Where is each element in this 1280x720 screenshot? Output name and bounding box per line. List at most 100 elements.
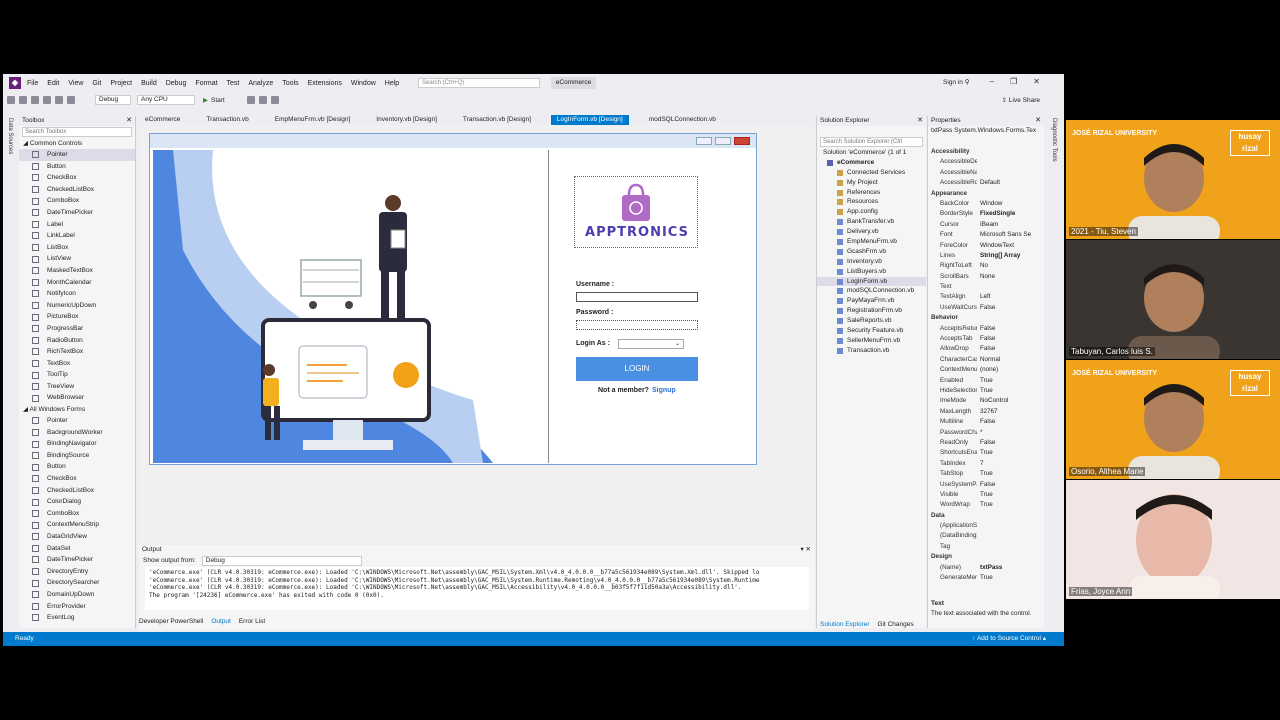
menu-item-extensions[interactable]: Extensions [308,80,342,87]
property-row[interactable]: UseWaitCursorFalse [928,303,1044,313]
solution-node[interactable]: Solution 'eCommerce' (1 of 1 [817,148,926,158]
property-row[interactable]: (Name) txtPass [928,563,1044,573]
property-value[interactable]: NoControl [977,396,1039,406]
menu-item-window[interactable]: Window [351,80,376,87]
toolbox-item[interactable]: ToolTip [19,369,135,381]
toolbox-item[interactable]: PictureBox [19,311,135,323]
toolbox-item[interactable]: ListView [19,253,135,265]
toolbox-item[interactable]: NumericUpDown [19,300,135,312]
document-tab[interactable]: Transaction.vb [Design] [457,115,537,125]
brand-logo-picturebox[interactable]: APPTRONICS [574,176,698,248]
toolbox-item[interactable]: Pointer [19,149,135,161]
output-tab[interactable]: Developer PowerShell [139,618,203,625]
source-control-button[interactable]: ↑ Add to Source Control ▴ [972,632,1046,646]
property-row[interactable]: Enabled True [928,376,1044,386]
property-value[interactable] [977,168,1039,178]
property-value[interactable] [977,282,1039,292]
login-form[interactable]: APPTRONICS Username : Password : Login A… [149,133,757,465]
solution-explorer-close-icon[interactable]: ✕ [917,116,923,126]
toolbox-item[interactable]: WebBrowser [19,392,135,404]
login-as-dropdown[interactable]: ⌄ [618,339,684,349]
toolbox-item[interactable]: CheckedListBox [19,184,135,196]
menu-item-file[interactable]: File [27,80,38,87]
property-row[interactable]: Visible True [928,490,1044,500]
toolbox-item[interactable]: LinkLabel [19,230,135,242]
property-row[interactable]: BorderStyle FixedSingle [928,209,1044,219]
toolbox-item[interactable]: ComboBox [19,195,135,207]
toolbox-item[interactable]: TextBox [19,358,135,370]
all-windows-forms-header[interactable]: ◢ All Windows Forms [19,404,135,415]
toolbox-item[interactable]: Pointer [19,415,135,427]
toolbox-item[interactable]: DateTimePicker [19,554,135,566]
menu-item-test[interactable]: Test [227,80,240,87]
property-row[interactable]: ContextMenuSt(none) [928,365,1044,375]
property-value[interactable]: False [977,438,1039,448]
property-row[interactable]: Text [928,282,1044,292]
search-input[interactable]: Search (Ctrl+Q) [418,78,540,88]
data-sources-tab[interactable]: Data Sources [7,118,13,154]
start-icon[interactable]: ▶ [203,96,208,104]
property-row[interactable]: AllowDrop False [928,344,1044,354]
property-row[interactable]: Font Microsoft Sans Se [928,230,1044,240]
toolbox-item[interactable]: BackgroundWorker [19,427,135,439]
new-project-icon[interactable] [31,96,39,104]
property-value[interactable]: WindowText [977,241,1039,251]
property-row[interactable]: (ApplicationSet [928,521,1044,531]
solution-item[interactable]: My Project [817,178,926,188]
property-value[interactable]: False [977,417,1039,427]
property-category[interactable]: Accessibility [928,147,1044,157]
menu-item-help[interactable]: Help [385,80,399,87]
document-tab[interactable]: LogInForm.vb [Design] [550,115,629,125]
property-value[interactable]: True [977,490,1039,500]
property-row[interactable]: GenerateMembTrue [928,573,1044,583]
solution-item[interactable]: Resources [817,197,926,207]
window-controls[interactable]: –❐✕ [990,77,1056,86]
document-tab[interactable]: Transaction.vb [200,115,254,125]
property-value[interactable]: None [977,272,1039,282]
property-value[interactable]: False [977,344,1039,354]
solution-search[interactable]: Search Solution Explorer (Ctrl [820,137,923,147]
toolbox-item[interactable]: RadioButton [19,335,135,347]
close-icon[interactable]: ✕ [1033,77,1056,86]
toolbox-item[interactable]: ComboBox [19,508,135,520]
property-row[interactable]: ForeColor WindowText [928,241,1044,251]
toolbox-item[interactable]: DataGridView [19,531,135,543]
maximize-icon[interactable]: ❐ [1010,77,1033,86]
toolbox-item[interactable]: CheckBox [19,473,135,485]
property-value[interactable]: txtPass [977,563,1039,573]
document-tab[interactable]: modSQLConnection.vb [643,115,722,125]
property-value[interactable] [977,521,1039,531]
solution-item[interactable]: RegistrationFrm.vb [817,306,926,316]
menu-item-view[interactable]: View [68,80,83,87]
toolbox-item[interactable]: CheckedListBox [19,485,135,497]
login-button[interactable]: LOGIN [576,357,698,381]
toolbox-item[interactable]: ProgressBar [19,323,135,335]
property-value[interactable] [977,542,1039,552]
document-tab[interactable]: eCommerce [139,115,186,125]
toolbox-item[interactable]: ContextMenuStrip [19,519,135,531]
toolbox-item[interactable]: ColorDialog [19,496,135,508]
solution-item[interactable]: GcashFrm.vb [817,247,926,257]
signup-link[interactable]: Signup [652,387,676,394]
property-value[interactable]: Microsoft Sans Se [977,230,1039,240]
property-category[interactable]: Behavior [928,313,1044,323]
property-value[interactable]: False [977,324,1039,334]
property-value[interactable] [977,531,1039,541]
menu-item-git[interactable]: Git [92,80,101,87]
live-share-button[interactable]: ⇪ Live Share [1002,96,1040,104]
toolbox-item[interactable]: Button [19,161,135,173]
toolbox-item[interactable]: TreeView [19,381,135,393]
solution-item[interactable]: SellerMenuFrm.vb [817,336,926,346]
solution-explorer-tab[interactable]: Git Changes [878,621,914,628]
property-row[interactable]: AccessibleRoleDefault [928,178,1044,188]
save-icon[interactable] [43,96,51,104]
solution-item[interactable]: LogInForm.vb [817,276,926,287]
property-row[interactable]: Multiline False [928,417,1044,427]
toolbox-item[interactable]: Label [19,219,135,231]
property-value[interactable]: Window [977,199,1039,209]
property-row[interactable]: TabStop True [928,469,1044,479]
property-row[interactable]: UseSystemPasswFalse [928,480,1044,490]
forward-icon[interactable] [19,96,27,104]
property-value[interactable]: * [977,428,1039,438]
solution-item[interactable]: Connected Services [817,168,926,178]
